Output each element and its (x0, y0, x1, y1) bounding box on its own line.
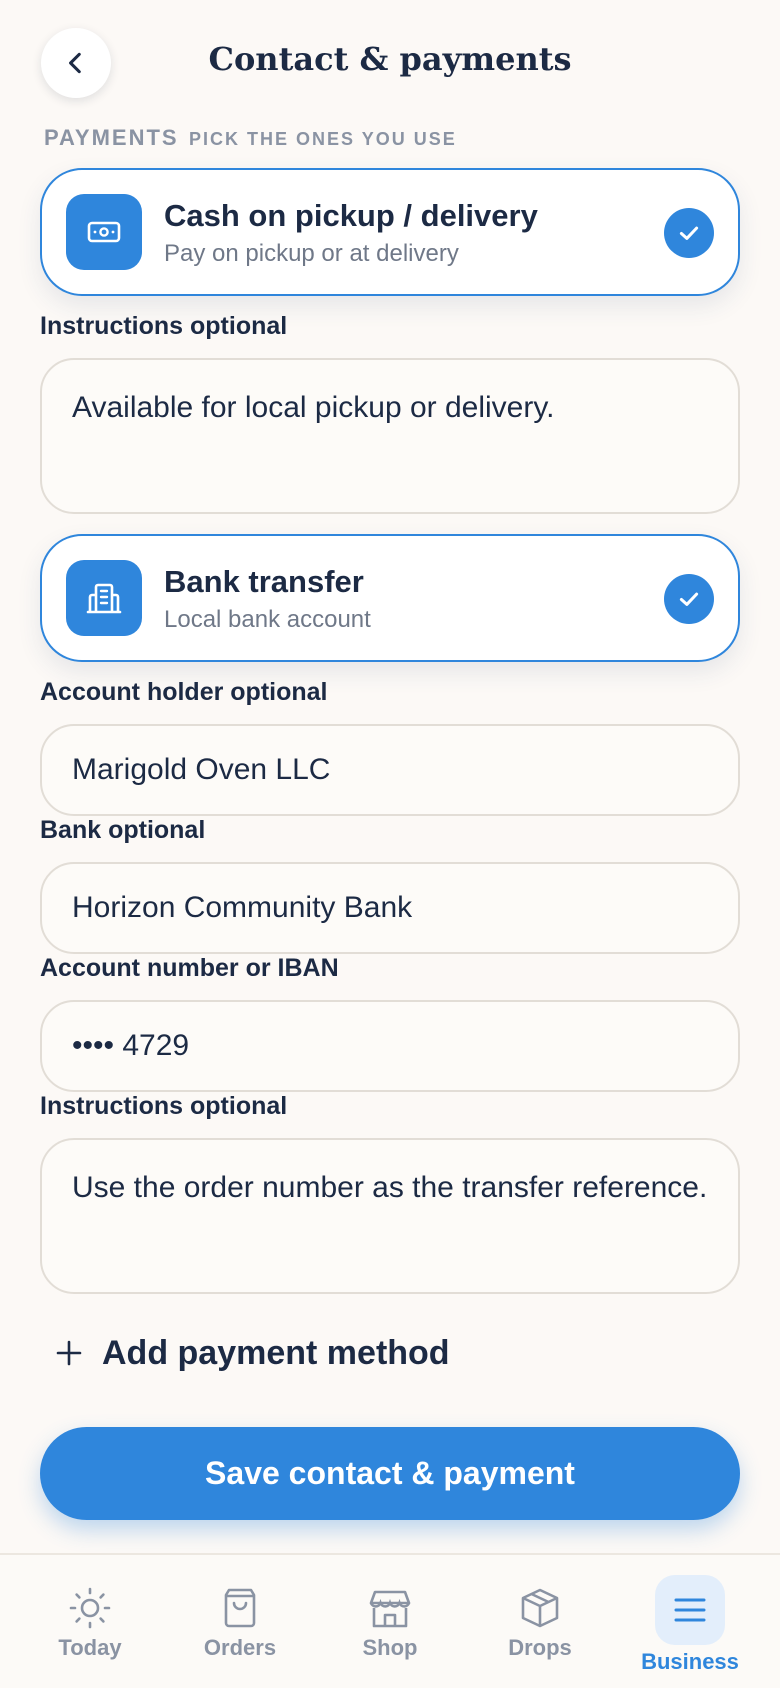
account-holder-value: Marigold Oven LLC (72, 753, 331, 786)
cash-instructions-value: Available for local pickup or delivery. (72, 391, 555, 424)
bank-instructions-label: Instructions optional (40, 1092, 288, 1120)
add-payment-method-button[interactable]: Add payment method (56, 1325, 450, 1381)
checkmark-icon[interactable] (664, 208, 714, 258)
payment-method-bank[interactable]: Bank transfer Local bank account (40, 534, 740, 662)
nav-label: Drops (508, 1635, 572, 1660)
method-subtitle: Pay on pickup or at delivery (164, 240, 459, 267)
bank-field[interactable]: Horizon Community Bank (40, 862, 740, 954)
box-icon (521, 1588, 559, 1628)
nav-item-today[interactable]: Today (25, 1585, 155, 1661)
method-subtitle: Local bank account (164, 606, 371, 633)
cash-icon (66, 194, 142, 270)
bank-instructions-field[interactable]: Use the order number as the transfer ref… (40, 1138, 740, 1294)
account-number-value: •••• 4729 (72, 1029, 190, 1062)
nav-item-drops[interactable]: Drops (475, 1585, 605, 1661)
bank-label: Bank optional (40, 816, 206, 844)
cash-instructions-field[interactable]: Available for local pickup or delivery. (40, 358, 740, 514)
nav-item-business[interactable]: Business (625, 1575, 755, 1675)
bank-instructions-value: Use the order number as the transfer ref… (72, 1171, 708, 1204)
add-payment-method-label: Add payment method (102, 1333, 450, 1372)
menu-icon (655, 1575, 725, 1645)
nav-label: Orders (203, 1635, 277, 1660)
payment-method-cash[interactable]: Cash on pickup / delivery Pay on pickup … (40, 168, 740, 296)
nav-item-shop[interactable]: Shop (325, 1585, 455, 1661)
method-title: Cash on pickup / delivery (164, 198, 538, 233)
sun-icon (69, 1587, 111, 1629)
bag-icon (224, 1588, 256, 1628)
account-holder-label: Account holder optional (40, 678, 328, 706)
bank-icon (66, 560, 142, 636)
bottom-nav: Today Orders Shop Drops Business (0, 1553, 780, 1688)
nav-item-orders[interactable]: Orders (175, 1585, 305, 1661)
save-button[interactable]: Save contact & payment (40, 1427, 740, 1520)
section-title: PAYMENTS (44, 125, 179, 150)
bank-value: Horizon Community Bank (72, 891, 413, 924)
account-number-label: Account number or IBAN (40, 954, 339, 982)
method-title: Bank transfer (164, 564, 364, 599)
nav-label: Business (641, 1649, 739, 1674)
page-title: Contact & payments (208, 40, 572, 78)
store-icon (369, 1590, 411, 1628)
checkmark-icon[interactable] (664, 574, 714, 624)
section-hint: PICK THE ONES YOU USE (189, 129, 457, 149)
cash-instructions-label: Instructions optional (40, 312, 288, 340)
nav-label: Today (58, 1635, 122, 1660)
contact-payments-screen: Contact & payments PAYMENTS PICK THE ONE… (0, 0, 780, 1688)
plus-icon (56, 1340, 82, 1366)
nav-label: Shop (362, 1635, 418, 1660)
account-holder-field[interactable]: Marigold Oven LLC (40, 724, 740, 816)
section-label: PAYMENTS PICK THE ONES YOU USE (44, 125, 457, 151)
account-number-field[interactable]: •••• 4729 (40, 1000, 740, 1092)
